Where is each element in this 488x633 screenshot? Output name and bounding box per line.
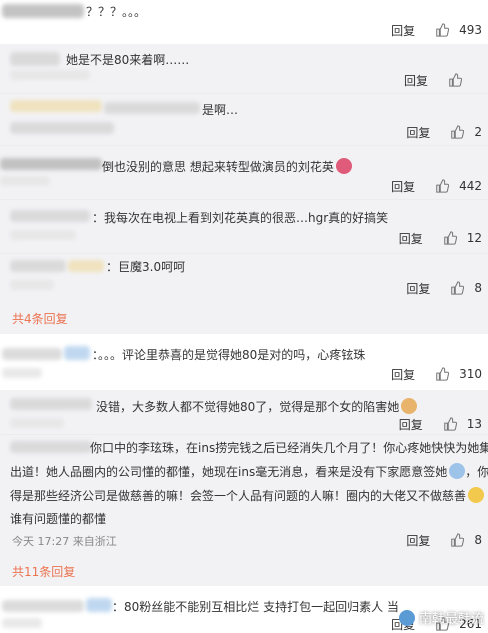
reply-button[interactable]: 回复 xyxy=(404,72,428,89)
reply-button[interactable]: 回复 xyxy=(391,22,415,39)
more-replies-link[interactable]: 共4条回复 xyxy=(12,310,68,327)
like-button[interactable]: 2 xyxy=(450,125,482,139)
thumbs-up-icon xyxy=(443,417,457,431)
like-count: 493 xyxy=(459,23,482,37)
devil-emoji-icon xyxy=(335,158,352,174)
reply-text: 倒也没别的意思 想起来转型做演员的刘花英 xyxy=(102,158,352,175)
watermark: 南韩最韩流 xyxy=(398,608,484,627)
like-button[interactable]: 8 xyxy=(450,533,482,547)
comment-text: ：。。。评论里恭喜的是觉得她80是对的吗，心疼铉珠 xyxy=(92,348,366,362)
reply-text: ：我每次在电视上看到刘花英真的很恶…hgr真的好搞笑 xyxy=(92,211,389,225)
thumbs-up-icon xyxy=(443,231,457,245)
like-count: 8 xyxy=(474,533,482,547)
reply-row: 是啊… 回复 2 xyxy=(0,94,488,144)
reply-text-line: 谁有问题懂的都懂 xyxy=(10,512,107,526)
reply-row: 你口中的李玹珠，在ins捞完钱之后已经消失几个月了！你心疼她快快为她集资 出道！… xyxy=(0,435,488,555)
reply-row: 没错，大多数人都不觉得她80了，觉得是那个女的陷害她 回复 13 xyxy=(0,390,488,434)
like-button[interactable]: 8 xyxy=(450,281,482,295)
thumbs-up-icon xyxy=(451,125,465,139)
reply-button[interactable]: 回复 xyxy=(391,178,415,195)
like-count: 310 xyxy=(459,367,482,381)
thumbs-up-icon xyxy=(451,281,465,295)
reply-text-line: 得是那些经济公司是做慈善的嘛！会签一个人品有问题的人嘛！圈内的大佬又不做慈善 xyxy=(10,487,485,504)
reply-button[interactable]: 回复 xyxy=(399,416,423,433)
thumbs-up-icon xyxy=(451,533,465,547)
like-button[interactable]: 442 xyxy=(435,179,482,193)
crying-emoji-icon xyxy=(449,463,466,479)
comment-row: ：。。。评论里恭喜的是觉得她80是对的吗，心疼铉珠 回复 310 xyxy=(0,338,488,390)
reply-row: ：巨魔3.0呵呵 回复 8 xyxy=(0,254,488,300)
more-replies-link[interactable]: 共11条回复 xyxy=(12,563,75,580)
sad-emoji-icon xyxy=(468,487,485,503)
like-button[interactable]: 310 xyxy=(435,367,482,381)
reply-text-line: 你口中的李玹珠，在ins捞完钱之后已经消失几个月了！你心疼她快快为她集资 xyxy=(90,441,488,455)
comment-row: ？？？。。。 回复 493 xyxy=(0,0,488,42)
like-button[interactable]: 13 xyxy=(443,417,482,431)
thumbs-up-icon xyxy=(436,367,450,381)
reply-text: ：巨魔3.0呵呵 xyxy=(106,260,186,274)
reply-button[interactable]: 回复 xyxy=(391,366,415,383)
reply-text: 是啊… xyxy=(202,103,239,117)
like-button[interactable]: 493 xyxy=(435,23,482,37)
thumbs-up-icon xyxy=(436,23,450,37)
reply-row: ：我每次在电视上看到刘花英真的很恶…hgr真的好搞笑 回复 12 xyxy=(0,200,488,252)
like-button[interactable]: 12 xyxy=(443,231,482,245)
reply-button[interactable]: 回复 xyxy=(406,280,430,297)
reply-text-line: 出道！她人品圈内的公司懂的都懂，她现在ins毫无消息，看来是没有下家愿意签她 ，你… xyxy=(10,463,488,479)
like-count: 2 xyxy=(474,125,482,139)
thumbs-up-icon xyxy=(436,179,450,193)
reply-text: 她是不是80来着啊…… xyxy=(66,53,190,67)
timestamp-location: 今天 17:27 来自浙江 xyxy=(12,535,117,548)
reply-text: 没错，大多数人都不觉得她80了，觉得是那个女的陷害她 xyxy=(96,398,418,415)
reply-button[interactable]: 回复 xyxy=(406,532,430,549)
like-count: 442 xyxy=(459,179,482,193)
comment-text: ？？？。。。 xyxy=(86,5,147,19)
reply-button[interactable]: 回复 xyxy=(406,124,430,141)
reply-button[interactable]: 回复 xyxy=(399,230,423,247)
cat-emoji-icon xyxy=(401,398,418,414)
like-count: 12 xyxy=(466,231,482,245)
reply-row: 倒也没别的意思 想起来转型做演员的刘花英 回复 442 xyxy=(0,146,488,198)
thumbs-up-icon xyxy=(449,73,462,87)
like-count: 13 xyxy=(466,417,482,431)
wechat-account-icon xyxy=(398,609,415,626)
comment-text: ：80粉丝能不能别互相比烂 支持打包一起回归素人 当 xyxy=(112,600,399,614)
reply-row: 她是不是80来着啊…… 回复 xyxy=(0,44,488,92)
like-button[interactable] xyxy=(448,73,482,87)
like-count: 8 xyxy=(474,281,482,295)
